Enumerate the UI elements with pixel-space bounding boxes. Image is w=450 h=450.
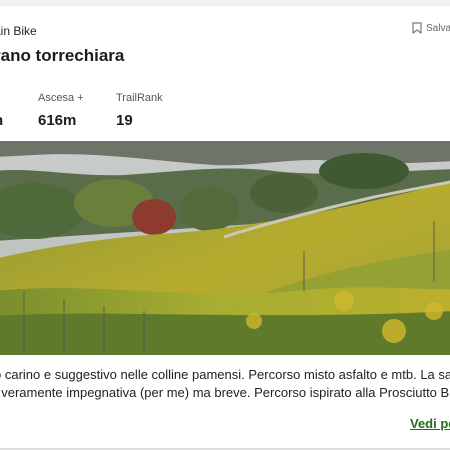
stat-trailrank: TrailRank 19 <box>116 92 163 129</box>
stat-label: Ascesa + <box>38 92 84 104</box>
save-button[interactable]: Salva <box>412 22 450 34</box>
stat-label <box>0 92 3 104</box>
stat-value: 19 <box>116 112 133 129</box>
trail-category: ain Bike <box>0 24 37 38</box>
stat-value: 616m <box>38 112 77 129</box>
bookmark-icon <box>412 22 422 34</box>
description-line: o carino e suggestivo nelle colline pame… <box>0 367 450 382</box>
trail-card[interactable]: ain Bike Salva rano torrechiara n Ascesa… <box>0 6 450 448</box>
stat-ascent: Ascesa + 616m <box>38 92 84 129</box>
trail-photo[interactable] <box>0 141 450 355</box>
trail-title[interactable]: rano torrechiara <box>0 46 124 66</box>
stat-label: TrailRank <box>116 92 163 104</box>
save-label: Salva <box>426 22 450 34</box>
see-more-link[interactable]: Vedi pe <box>410 416 450 431</box>
description-line: , veramente impegnativa (per me) ma brev… <box>0 385 450 400</box>
trail-description: o carino e suggestivo nelle colline pame… <box>0 366 450 402</box>
stat-distance: n <box>0 92 3 129</box>
stat-value: n <box>0 112 3 129</box>
